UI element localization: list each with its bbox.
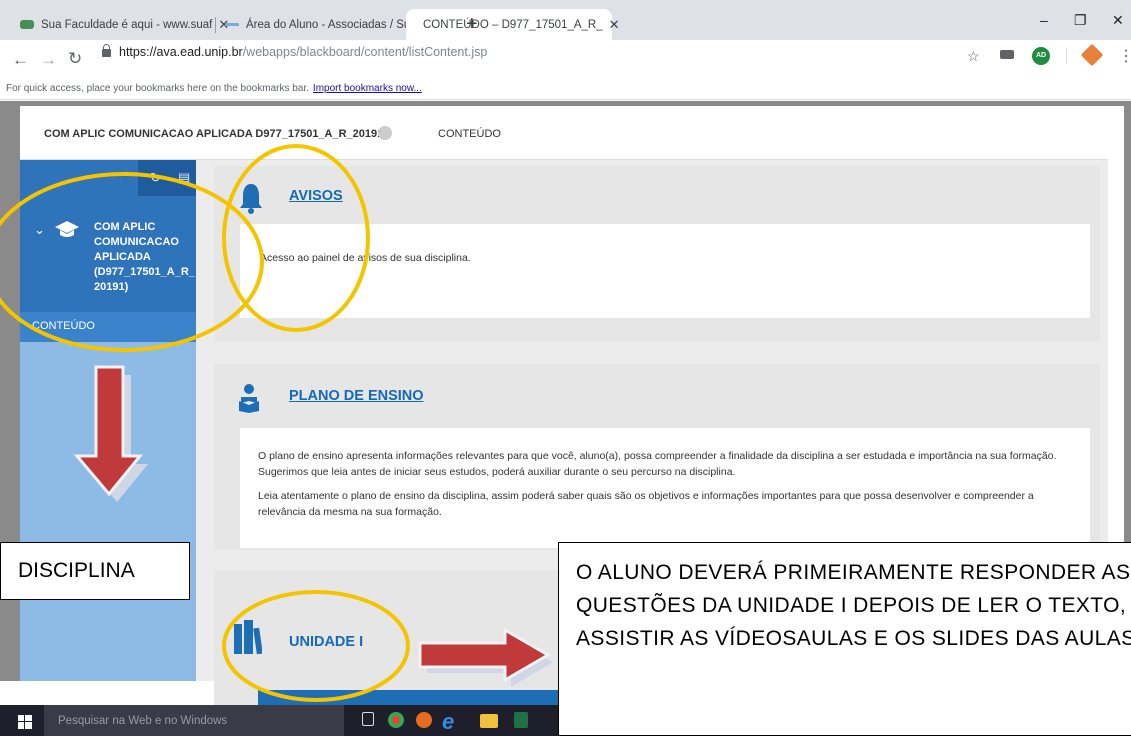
windows-logo-icon[interactable]: [18, 715, 32, 729]
books-icon: [234, 620, 262, 655]
annotation-message: O ALUNO DEVERÁ PRIMEIRAMENTE RESPONDER A…: [558, 542, 1131, 736]
site-favicon-icon: [225, 23, 239, 26]
item-body-plano: O plano de ensino apresenta informações …: [240, 428, 1090, 548]
item-description: Acesso ao painel de avisos de sua discip…: [260, 252, 471, 264]
item-title-avisos[interactable]: AVISOS: [289, 188, 343, 204]
url-path: /webapps/blackboard/content/listContent.…: [242, 45, 488, 59]
breadcrumb-menu-icon[interactable]: [378, 126, 392, 140]
tab-label: Área do Aluno - Associadas / Sua: [246, 18, 417, 31]
maximize-icon[interactable]: ❐: [1074, 12, 1087, 29]
bookmarks-bar: For quick access, place your bookmarks h…: [0, 78, 1131, 100]
annotation-disciplina-text: DISCIPLINA: [18, 559, 135, 582]
taskbar-search-placeholder: Pesquisar na Web e no Windows: [58, 715, 228, 727]
refresh-icon[interactable]: ↻: [150, 170, 161, 186]
address-bar[interactable]: https://ava.ead.unip.br/webapps/blackboa…: [102, 44, 488, 59]
bookmarks-hint: For quick access, place your bookmarks h…: [6, 83, 309, 94]
annotation-message-text: O ALUNO DEVERÁ PRIMEIRAMENTE RESPONDER A…: [576, 561, 1131, 650]
site-favicon-icon: [20, 20, 34, 29]
browser-tab[interactable]: Sua Faculdade é aqui - www.suaf ✕: [20, 9, 229, 40]
chrome-icon[interactable]: [388, 712, 404, 728]
breadcrumb-course[interactable]: COM APLIC COMUNICACAO APLICADA D977_1750…: [44, 128, 383, 140]
internet-explorer-icon[interactable]: e: [442, 709, 454, 735]
course-header-bar: COM APLIC COMUNICACAO APLICADA D977_1750…: [20, 106, 1108, 160]
bell-icon: [240, 184, 262, 214]
avatar[interactable]: AD: [1032, 47, 1050, 65]
browser-tab[interactable]: Área do Aluno - Associadas / Sua ✕: [225, 9, 434, 40]
item-body-avisos: Acesso ao painel de avisos de sua discip…: [240, 224, 1090, 318]
bookmark-star-icon[interactable]: ☆: [967, 48, 980, 65]
browser-tab-active[interactable]: CONTEÚDO – D977_17501_A_R_ ✕: [406, 9, 620, 40]
lock-icon: [102, 44, 111, 57]
annotation-disciplina: DISCIPLINA: [0, 542, 190, 600]
sidebar-toolbar: ↻ ▤: [138, 160, 196, 196]
reload-icon[interactable]: ↻: [68, 49, 82, 69]
item-description: Leia atentamente o plano de ensino da di…: [258, 490, 1034, 518]
forward-icon[interactable]: →: [40, 50, 57, 70]
tab-close-icon[interactable]: ✕: [609, 17, 620, 33]
url-host: https://ava.ead.unip.br: [119, 45, 243, 59]
back-icon[interactable]: ←: [12, 50, 29, 70]
menu-icon[interactable]: ⋮: [1118, 46, 1131, 66]
task-view-icon[interactable]: [362, 712, 374, 726]
reader-icon: [239, 384, 259, 413]
tab-label: Sua Faculdade é aqui - www.suaf: [41, 18, 213, 31]
file-explorer-icon[interactable]: [480, 714, 498, 728]
chevron-down-icon[interactable]: ⌄: [34, 222, 45, 238]
sidebar-course-name[interactable]: COM APLIC COMUNICACAO APLICADA (D977_175…: [94, 220, 195, 295]
item-title-plano[interactable]: PLANO DE ENSINO: [289, 388, 424, 404]
firefox-icon[interactable]: [416, 712, 432, 728]
item-description: O plano de ensino apresenta informações …: [258, 450, 1057, 478]
graduation-cap-icon: [55, 221, 79, 237]
tab-label: CONTEÚDO – D977_17501_A_R_: [423, 18, 603, 31]
meet-extension-icon[interactable]: [1000, 50, 1014, 59]
folder-icon[interactable]: ▤: [178, 170, 190, 186]
toolbar-divider: [1066, 48, 1067, 64]
sidebar-item-conteudo[interactable]: CONTEÚDO: [20, 312, 196, 342]
breadcrumb-current: CONTEÚDO: [438, 128, 501, 140]
new-tab-icon[interactable]: +: [466, 13, 478, 36]
item-title-unidade[interactable]: UNIDADE I: [289, 634, 363, 650]
excel-icon[interactable]: [514, 712, 528, 728]
minimize-icon[interactable]: –: [1040, 12, 1048, 28]
sidebar-item-label: CONTEÚDO: [32, 320, 95, 332]
import-bookmarks-link[interactable]: Import bookmarks now...: [313, 83, 422, 94]
window-close-icon[interactable]: ✕: [1112, 12, 1124, 29]
browser-tab-strip: Sua Faculdade é aqui - www.suaf ✕ Área d…: [0, 0, 1131, 40]
tab-separator: [215, 17, 216, 33]
taskbar-search-input[interactable]: Pesquisar na Web e no Windows: [44, 705, 344, 736]
